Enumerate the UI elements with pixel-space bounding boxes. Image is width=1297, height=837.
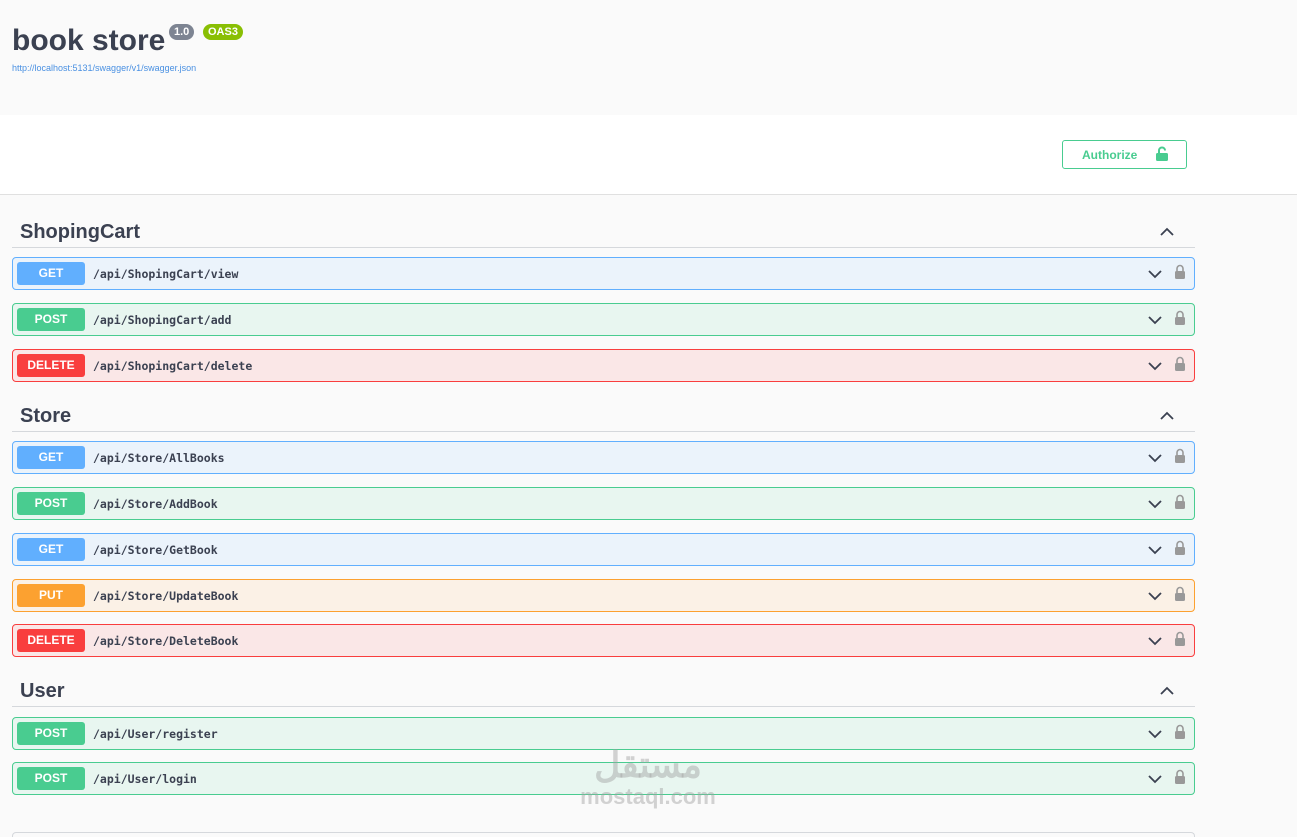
chevron-down-icon[interactable] bbox=[1147, 772, 1163, 790]
tag-name: Store bbox=[20, 405, 72, 427]
lock-icon[interactable] bbox=[1174, 540, 1186, 561]
tag-name: User bbox=[20, 680, 65, 702]
operation-shopingcart-delete[interactable]: DELETE /api/ShopingCart/delete bbox=[12, 349, 1195, 382]
method-badge: GET bbox=[17, 262, 85, 285]
tag-shopingcart[interactable]: ShopingCart bbox=[12, 216, 1195, 248]
operation-path: /api/Store/DeleteBook bbox=[93, 634, 239, 648]
operation-store-allbooks[interactable]: GET /api/Store/AllBooks bbox=[12, 441, 1195, 474]
lock-icon[interactable] bbox=[1174, 769, 1186, 790]
operation-path: /api/ShopingCart/add bbox=[93, 313, 232, 327]
chevron-up-icon[interactable] bbox=[1159, 224, 1175, 242]
chevron-down-icon[interactable] bbox=[1147, 497, 1163, 515]
chevron-down-icon[interactable] bbox=[1147, 359, 1163, 377]
lock-icon[interactable] bbox=[1174, 356, 1186, 377]
operation-path: /api/Store/UpdateBook bbox=[93, 589, 239, 603]
chevron-down-icon[interactable] bbox=[1147, 589, 1163, 607]
watermark-latin: mostaql.com bbox=[580, 784, 716, 809]
operation-path: /api/User/login bbox=[93, 772, 197, 786]
lock-icon[interactable] bbox=[1174, 631, 1186, 652]
tag-user[interactable]: User bbox=[12, 675, 1195, 707]
operation-path: /api/User/register bbox=[93, 727, 218, 741]
chevron-down-icon[interactable] bbox=[1147, 451, 1163, 469]
spec-url-link[interactable]: http://localhost:5131/swagger/v1/swagger… bbox=[12, 63, 196, 73]
authorize-button[interactable]: Authorize bbox=[1062, 140, 1187, 169]
watermark-arabic: مستقل bbox=[594, 744, 702, 785]
lock-icon[interactable] bbox=[1174, 724, 1186, 745]
api-title: book store bbox=[12, 24, 166, 57]
operation-path: /api/Store/AllBooks bbox=[93, 451, 225, 465]
operation-path: /api/ShopingCart/view bbox=[93, 267, 239, 281]
chevron-down-icon[interactable] bbox=[1147, 267, 1163, 285]
method-badge: PUT bbox=[17, 584, 85, 607]
method-badge: POST bbox=[17, 308, 85, 331]
tag-store[interactable]: Store bbox=[12, 400, 1195, 432]
chevron-down-icon[interactable] bbox=[1147, 634, 1163, 652]
operation-path: /api/ShopingCart/delete bbox=[93, 359, 253, 373]
method-badge: DELETE bbox=[17, 354, 85, 377]
version-badge: 1.0 bbox=[169, 24, 195, 40]
tag-name: ShopingCart bbox=[20, 221, 140, 243]
lock-icon[interactable] bbox=[1174, 586, 1186, 607]
method-badge: POST bbox=[17, 492, 85, 515]
operation-path: /api/Store/GetBook bbox=[93, 543, 218, 557]
operation-store-addbook[interactable]: POST /api/Store/AddBook bbox=[12, 487, 1195, 520]
operation-store-getbook[interactable]: GET /api/Store/GetBook bbox=[12, 533, 1195, 566]
operation-shopingcart-view[interactable]: GET /api/ShopingCart/view bbox=[12, 257, 1195, 290]
method-badge: GET bbox=[17, 446, 85, 469]
method-badge: GET bbox=[17, 538, 85, 561]
chevron-down-icon[interactable] bbox=[1147, 727, 1163, 745]
method-badge: DELETE bbox=[17, 629, 85, 652]
lock-icon[interactable] bbox=[1174, 310, 1186, 331]
operation-store-deletebook[interactable]: DELETE /api/Store/DeleteBook bbox=[12, 624, 1195, 657]
lock-icon[interactable] bbox=[1174, 448, 1186, 469]
method-badge: POST bbox=[17, 767, 85, 790]
chevron-down-icon[interactable] bbox=[1147, 313, 1163, 331]
models-section-edge bbox=[12, 832, 1195, 837]
info-section: book store 1.0 OAS3 http://localhost:513… bbox=[0, 0, 1297, 115]
lock-icon[interactable] bbox=[1174, 494, 1186, 515]
authorize-label: Authorize bbox=[1082, 148, 1138, 162]
operation-store-updatebook[interactable]: PUT /api/Store/UpdateBook bbox=[12, 579, 1195, 612]
chevron-up-icon[interactable] bbox=[1159, 408, 1175, 426]
oas-badge: OAS3 bbox=[203, 24, 243, 40]
operation-shopingcart-add[interactable]: POST /api/ShopingCart/add bbox=[12, 303, 1195, 336]
chevron-down-icon[interactable] bbox=[1147, 543, 1163, 561]
watermark: مستقل mostaql.com bbox=[568, 745, 728, 809]
operation-path: /api/Store/AddBook bbox=[93, 497, 218, 511]
unlock-icon bbox=[1155, 146, 1169, 165]
chevron-up-icon[interactable] bbox=[1159, 683, 1175, 701]
method-badge: POST bbox=[17, 722, 85, 745]
lock-icon[interactable] bbox=[1174, 264, 1186, 285]
